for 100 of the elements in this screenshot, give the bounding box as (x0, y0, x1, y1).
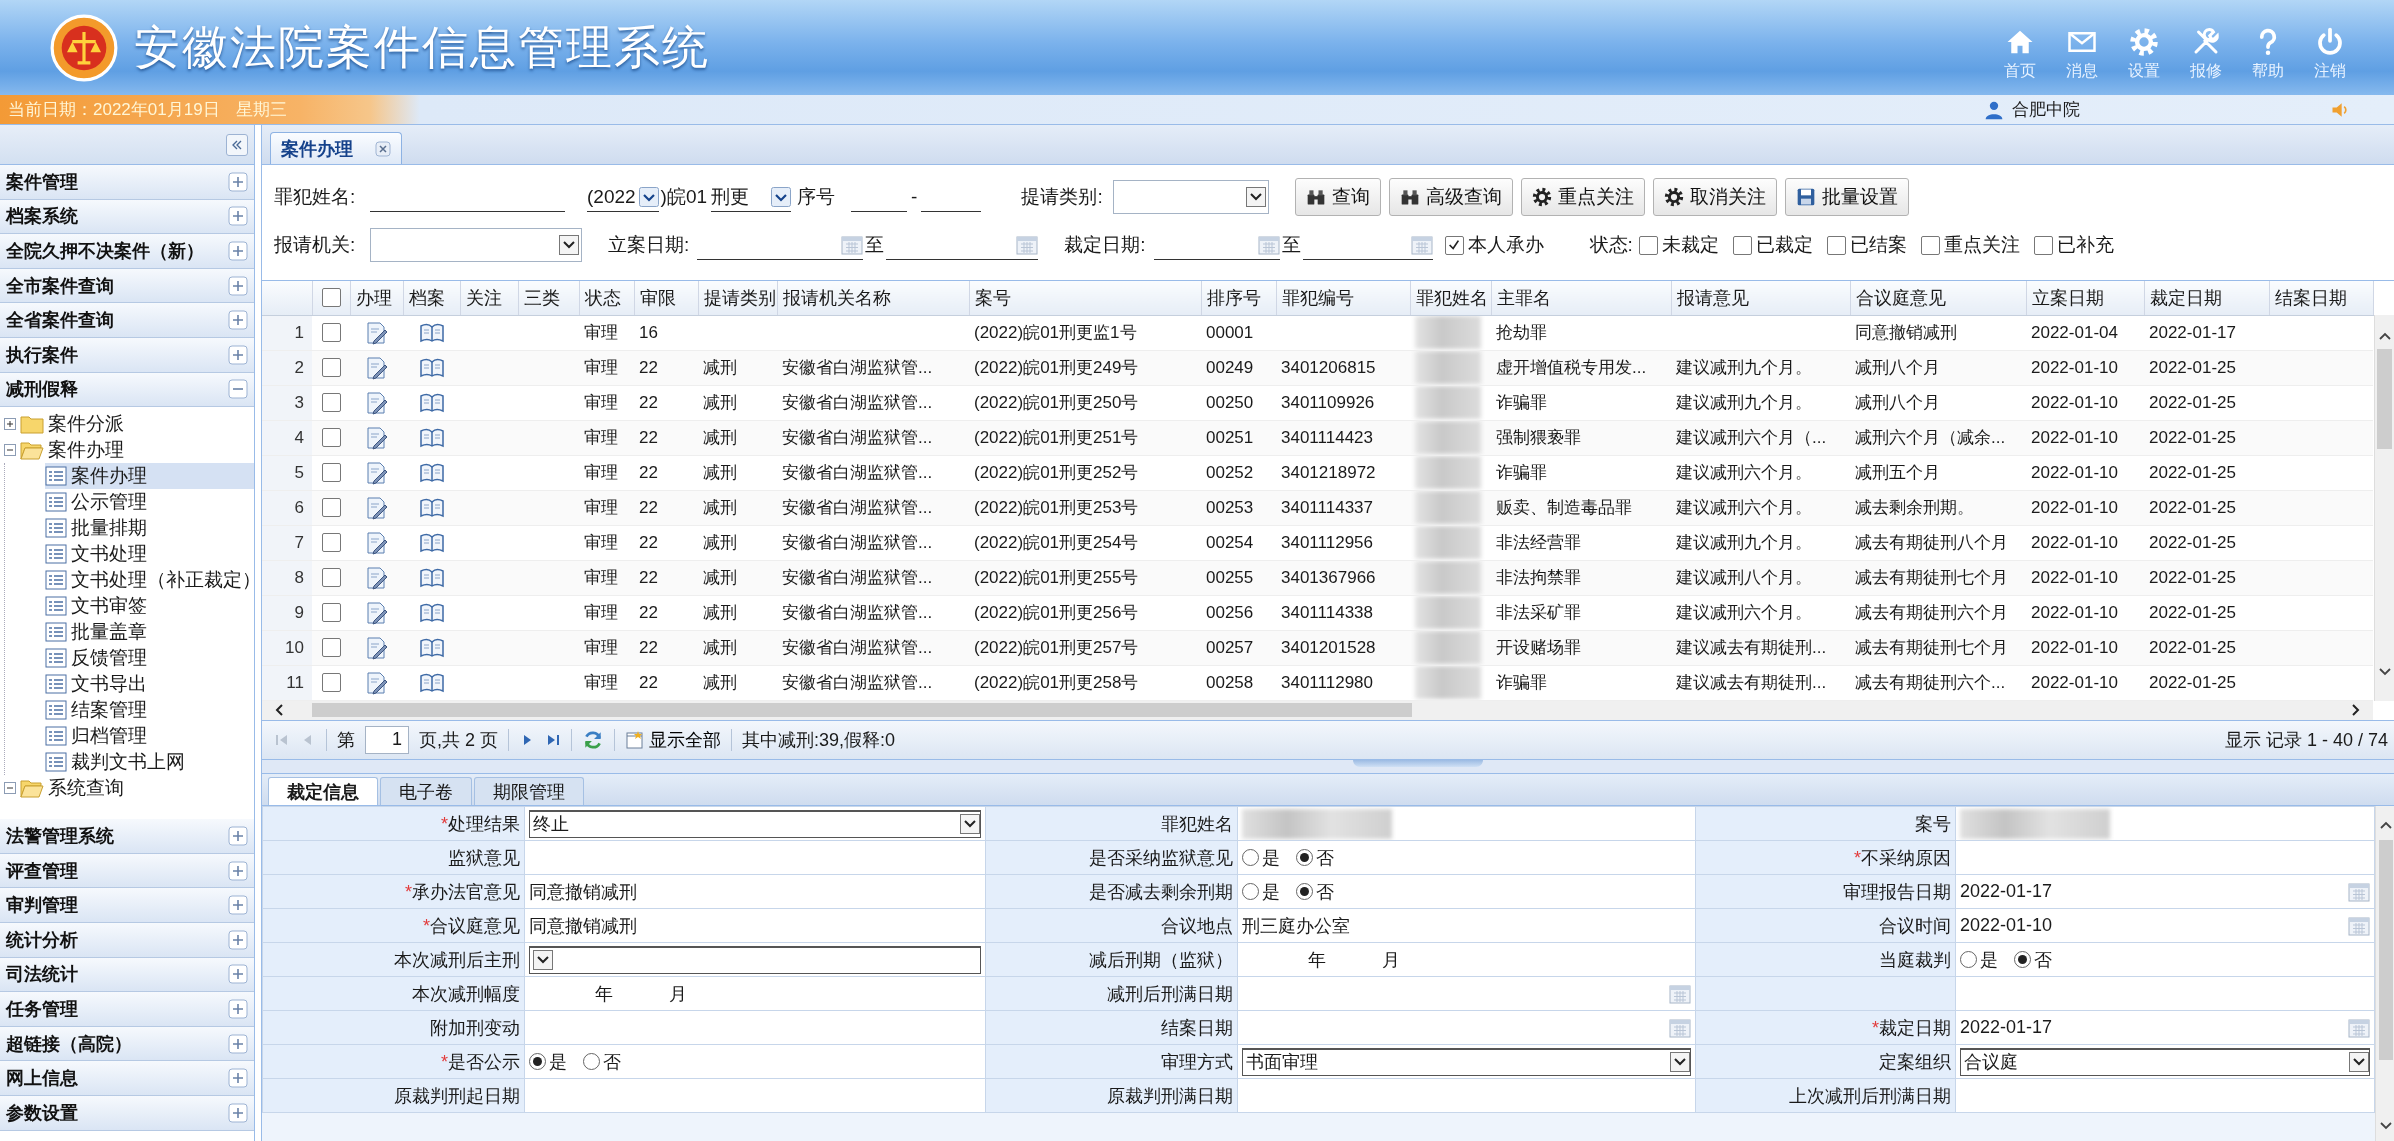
collapse-sidebar-button[interactable] (226, 133, 248, 156)
tab[interactable]: 电子卷 (380, 777, 472, 805)
search-button[interactable]: 查询 (1294, 178, 1381, 216)
follow-button[interactable]: 重点关注 (1520, 178, 1645, 216)
nav-section-header[interactable]: 法警管理系统 (0, 819, 254, 854)
show-all-button[interactable]: 显示全部 (625, 728, 721, 752)
tree-item[interactable]: 文书导出 (45, 671, 153, 698)
radio-button[interactable] (1296, 883, 1313, 900)
nav-section-header[interactable]: 执行案件 (0, 337, 254, 373)
open-book-icon[interactable] (419, 532, 444, 553)
radio-option[interactable]: 否 (2014, 947, 2052, 972)
nav-section-header[interactable]: 司法统计 (0, 957, 254, 993)
tab[interactable]: 裁定信息 (268, 777, 378, 805)
vertical-scrollbar[interactable] (2373, 315, 2394, 701)
unfollow-button[interactable]: 取消关注 (1652, 178, 1777, 216)
checkbox[interactable] (321, 463, 341, 482)
checkbox[interactable] (321, 428, 341, 447)
edit-document-icon[interactable] (364, 390, 389, 415)
checkbox[interactable] (321, 393, 341, 412)
open-book-icon[interactable] (419, 392, 444, 413)
checkbox[interactable] (321, 288, 341, 308)
scroll-thumb[interactable] (2377, 349, 2392, 449)
mine-checkbox-label[interactable]: 本人承办 (1444, 232, 1544, 258)
checkbox[interactable] (321, 358, 341, 377)
open-book-icon[interactable] (419, 672, 444, 693)
advanced-search-button[interactable]: 高级查询 (1388, 178, 1513, 216)
open-book-icon[interactable] (419, 462, 444, 483)
radio-option[interactable]: 是 (1960, 947, 1998, 972)
open-book-icon[interactable] (419, 637, 444, 658)
nav-section-header[interactable]: 网上信息 (0, 1061, 254, 1096)
nav-section-header[interactable]: 参数设置 (0, 1095, 254, 1131)
edit-document-icon[interactable] (364, 320, 389, 345)
tree-item[interactable]: 归档管理 (45, 723, 153, 750)
tree-item[interactable]: 文书审签 (45, 593, 153, 620)
tree-item[interactable]: 批量排期 (45, 515, 153, 542)
radio-button[interactable] (583, 1053, 600, 1070)
request-type-dropdown[interactable] (1112, 180, 1269, 214)
radio-option[interactable]: 是 (1242, 879, 1280, 904)
splitter-handle[interactable] (1353, 760, 1483, 767)
dropdown[interactable]: 合议庭 (1960, 1047, 2370, 1076)
edit-document-icon[interactable] (364, 425, 389, 450)
checkbox[interactable] (1732, 235, 1752, 255)
edit-document-icon[interactable] (364, 600, 389, 625)
dropdown[interactable]: 书面审理 (1242, 1047, 1691, 1076)
nav-section-header[interactable]: 统计分析 (0, 922, 254, 958)
nav-section-header[interactable]: 全省案件查询 (0, 303, 254, 338)
checkbox[interactable] (1826, 235, 1846, 255)
checkbox[interactable] (321, 323, 341, 342)
tab[interactable]: 案件办理 (270, 132, 402, 164)
nav-section-header[interactable]: 减刑假释 (0, 372, 254, 408)
year-dropdown[interactable]: (2022 (587, 182, 659, 212)
page-number-field[interactable]: 1 (365, 726, 409, 754)
open-book-icon[interactable] (419, 567, 444, 588)
open-book-icon[interactable] (419, 427, 444, 448)
tree-item[interactable]: 公示管理 (45, 489, 153, 516)
tree-item[interactable]: 裁判文书上网 (45, 749, 191, 776)
status-checkbox-label[interactable]: 已结案 (1826, 232, 1907, 258)
tree-item[interactable]: 结案管理 (45, 697, 153, 724)
checkbox[interactable] (2033, 235, 2053, 255)
nav-section-header[interactable]: 档案系统 (0, 199, 254, 235)
checkbox[interactable] (321, 603, 341, 622)
radio-option[interactable]: 否 (583, 1049, 621, 1074)
status-checkbox-label[interactable]: 已裁定 (1732, 232, 1813, 258)
tree-item[interactable]: 文书处理（补正裁定） (45, 567, 254, 594)
radio-button[interactable] (529, 1053, 546, 1070)
checkbox[interactable] (321, 498, 341, 517)
nav-section-header[interactable]: 案件管理 (0, 165, 254, 200)
tree-item[interactable]: 案件分派 (4, 411, 130, 438)
dropdown[interactable] (529, 945, 981, 974)
tree-item[interactable]: 批量盖章 (45, 619, 153, 646)
tree-item[interactable]: 系统查询 (4, 775, 130, 802)
radio-button[interactable] (1242, 849, 1259, 866)
edit-document-icon[interactable] (364, 530, 389, 555)
nav-section-header[interactable]: 评查管理 (0, 853, 254, 889)
nav-section-header[interactable]: 全院久押不决案件（新） (0, 234, 254, 269)
checkbox[interactable] (321, 638, 341, 657)
edit-document-icon[interactable] (364, 495, 389, 520)
radio-option[interactable]: 否 (1296, 879, 1334, 904)
nav-section-header[interactable]: 任务管理 (0, 992, 254, 1027)
edit-document-icon[interactable] (364, 635, 389, 660)
checkbox[interactable] (321, 673, 341, 692)
edit-document-icon[interactable] (364, 460, 389, 485)
radio-button[interactable] (1242, 883, 1259, 900)
vertical-scrollbar[interactable] (2375, 806, 2394, 1141)
radio-button[interactable] (1960, 951, 1977, 968)
checkbox[interactable] (321, 533, 341, 552)
nav-section-header[interactable]: 超链接（高院） (0, 1026, 254, 1062)
open-book-icon[interactable] (419, 497, 444, 518)
open-book-icon[interactable] (419, 357, 444, 378)
dropdown[interactable]: 终止 (529, 809, 981, 838)
edit-document-icon[interactable] (364, 670, 389, 695)
horizontal-scrollbar[interactable] (262, 700, 2373, 720)
radio-button[interactable] (2014, 951, 2031, 968)
tree-item[interactable]: 案件办理 (45, 463, 254, 490)
scroll-thumb[interactable] (312, 703, 1412, 718)
status-checkbox-label[interactable]: 已补充 (2033, 232, 2114, 258)
edit-document-icon[interactable] (364, 355, 389, 380)
radio-button[interactable] (1296, 849, 1313, 866)
tree-item[interactable]: 案件办理 (4, 437, 130, 464)
refresh-icon[interactable] (582, 729, 604, 751)
